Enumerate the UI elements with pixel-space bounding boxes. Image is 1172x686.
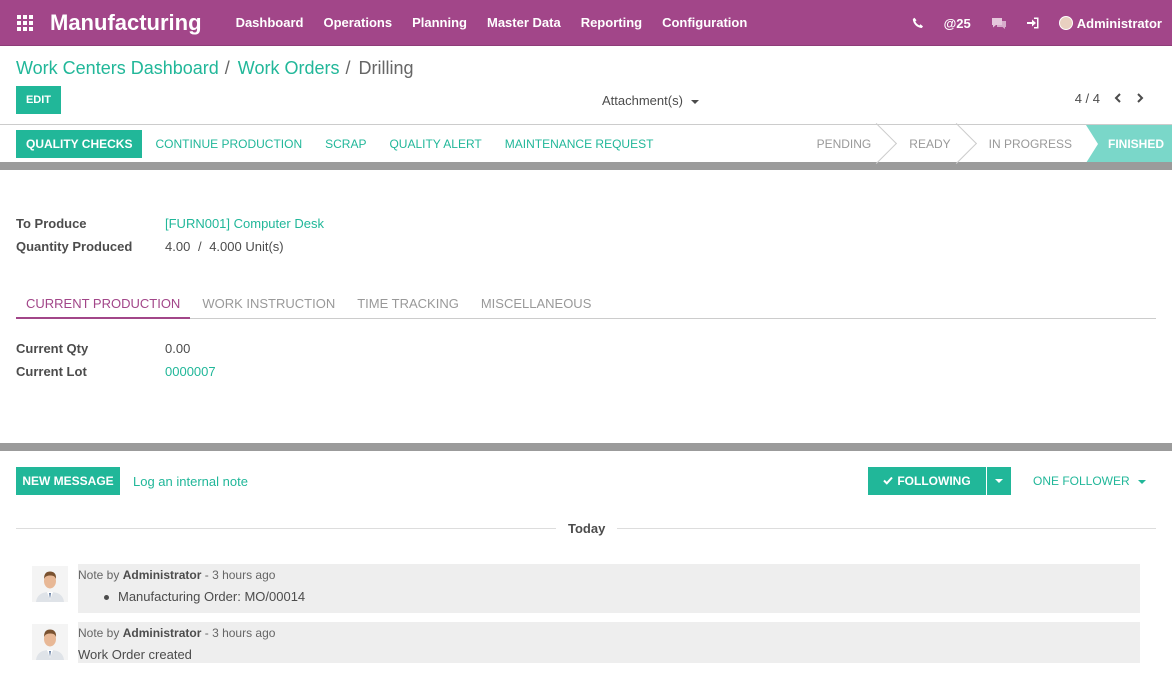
attachments-label: Attachment(s) — [602, 93, 683, 108]
continue-production-button[interactable]: CONTINUE PRODUCTION — [155, 137, 302, 151]
message-header: Note by Administrator - 3 hours ago — [78, 626, 1140, 640]
message-author[interactable]: Administrator — [123, 568, 202, 582]
breadcrumb-work-centers[interactable]: Work Centers Dashboard — [16, 58, 219, 79]
status-bar: PENDING READY IN PROGRESS FINISHED — [793, 125, 1172, 163]
divider — [0, 162, 1172, 170]
menu-configuration[interactable]: Configuration — [662, 15, 747, 30]
message-content: Manufacturing Order: MO/00014 — [118, 589, 306, 604]
message-prefix: Note by — [78, 568, 120, 582]
avatar — [1058, 16, 1073, 30]
menu-reporting[interactable]: Reporting — [581, 15, 642, 30]
top-navbar: Manufacturing Dashboard Operations Plann… — [0, 0, 1172, 46]
pager: 4 / 4 — [1075, 91, 1144, 106]
author-avatar — [32, 566, 68, 602]
status-pending[interactable]: PENDING — [793, 125, 886, 163]
user-name: Administrator — [1076, 15, 1162, 31]
breadcrumb-separator: / — [345, 58, 351, 78]
tab-miscellaneous[interactable]: MISCELLANEOUS — [471, 289, 602, 319]
qty-separator: / — [197, 239, 202, 254]
breadcrumb: Work Centers Dashboard / Work Orders / D… — [16, 58, 414, 79]
status-ready[interactable]: READY — [885, 125, 964, 163]
quantity-produced-value: 4.00 / 4.000 Unit(s) — [165, 239, 284, 254]
apps-grid-icon[interactable] — [14, 12, 36, 34]
author-avatar — [32, 624, 68, 660]
form-tabs: CURRENT PRODUCTION WORK INSTRUCTION TIME… — [16, 289, 1156, 319]
message-body: Note by Administrator - 3 hours ago Manu… — [78, 564, 1140, 613]
qty-total: 4.000 — [209, 239, 242, 254]
action-bar: QUALITY CHECKS CONTINUE PRODUCTION SCRAP… — [0, 124, 1172, 163]
attachments-dropdown[interactable]: Attachment(s) — [602, 93, 699, 108]
phone-icon[interactable] — [912, 17, 924, 29]
current-lot-link[interactable]: 0000007 — [165, 364, 216, 379]
breadcrumb-work-orders[interactable]: Work Orders — [238, 58, 340, 79]
app-title: Manufacturing — [50, 9, 202, 35]
edit-button[interactable]: EDIT — [16, 86, 61, 114]
qty-produced: 4.00 — [165, 239, 191, 254]
followers-dropdown[interactable]: ONE FOLLOWER — [1033, 474, 1146, 488]
tab-work-instruction[interactable]: WORK INSTRUCTION — [192, 289, 345, 319]
sign-in-icon[interactable] — [1026, 17, 1039, 29]
chevron-left-icon[interactable] — [1114, 91, 1122, 106]
quality-alert-button[interactable]: QUALITY ALERT — [389, 137, 481, 151]
main-menu: Dashboard Operations Planning Master Dat… — [236, 15, 768, 30]
systray: @25 Administrator — [892, 0, 1162, 46]
breadcrumb-separator: / — [224, 58, 230, 78]
message-content: Work Order created — [78, 647, 192, 662]
chat-icon[interactable] — [991, 17, 1007, 30]
to-produce-label: To Produce — [16, 216, 87, 231]
tab-time-tracking[interactable]: TIME TRACKING — [347, 289, 469, 319]
caret-down-icon — [690, 99, 699, 104]
breadcrumb-current: Drilling — [358, 58, 414, 78]
menu-master-data[interactable]: Master Data — [487, 15, 561, 30]
message-text: Manufacturing Order: MO/00014 — [78, 589, 1140, 604]
followers-label: ONE FOLLOWER — [1033, 474, 1130, 488]
quantity-produced-label: Quantity Produced — [16, 239, 133, 254]
caret-down-icon — [1137, 479, 1146, 484]
current-lot-label: Current Lot — [16, 364, 87, 379]
message-author[interactable]: Administrator — [123, 626, 202, 640]
message-time: - 3 hours ago — [204, 568, 276, 582]
following-button[interactable]: FOLLOWING — [868, 467, 986, 495]
current-qty-value: 0.00 — [165, 341, 191, 356]
menu-operations[interactable]: Operations — [323, 15, 392, 30]
pager-value: 4 / 4 — [1074, 91, 1100, 106]
following-caret-button[interactable] — [987, 467, 1011, 495]
mentions-counter[interactable]: @25 — [944, 16, 971, 31]
menu-planning[interactable]: Planning — [412, 15, 467, 30]
message-header: Note by Administrator - 3 hours ago — [78, 568, 1140, 582]
following-label: FOLLOWING — [897, 474, 971, 488]
tab-current-production[interactable]: CURRENT PRODUCTION — [16, 289, 191, 319]
chevron-right-icon[interactable] — [1136, 91, 1144, 106]
status-finished[interactable]: FINISHED — [1085, 125, 1172, 163]
current-qty-label: Current Qty — [16, 341, 89, 356]
scrap-button[interactable]: SCRAP — [325, 137, 366, 151]
status-in-progress[interactable]: IN PROGRESS — [965, 125, 1086, 163]
check-icon — [883, 474, 894, 488]
quality-checks-button[interactable]: QUALITY CHECKS — [16, 129, 143, 158]
bullet-icon — [104, 595, 109, 601]
to-produce-link[interactable]: [FURN001] Computer Desk — [165, 216, 324, 231]
menu-dashboard[interactable]: Dashboard — [236, 15, 304, 30]
maintenance-request-button[interactable]: MAINTENANCE REQUEST — [505, 137, 654, 151]
message-time: - 3 hours ago — [204, 626, 276, 640]
divider — [0, 443, 1172, 451]
user-menu[interactable]: Administrator — [1058, 15, 1162, 31]
message-prefix: Note by — [78, 626, 120, 640]
new-message-button[interactable]: NEW MESSAGE — [16, 467, 120, 495]
message-body: Note by Administrator - 3 hours ago Work… — [78, 622, 1140, 663]
qty-unit: Unit(s) — [245, 239, 284, 254]
log-note-link[interactable]: Log an internal note — [133, 474, 248, 489]
date-label: Today — [556, 521, 618, 536]
